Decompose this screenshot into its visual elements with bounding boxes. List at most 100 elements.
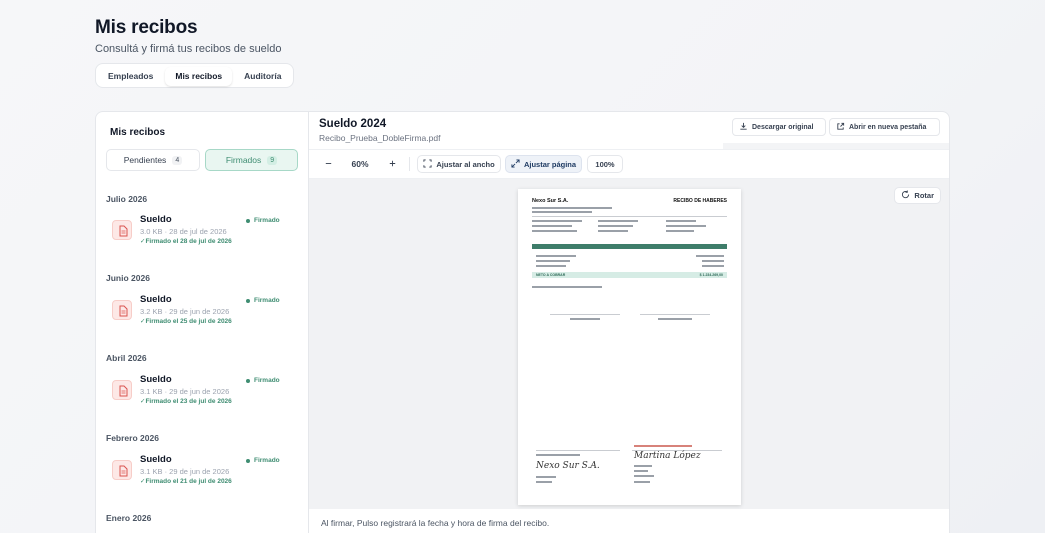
pdf-viewer[interactable]: Rotar Nexo Sur S.A. RECIBO DE HABERES NE… bbox=[309, 179, 949, 509]
rotate-icon bbox=[901, 190, 910, 201]
document-title: Sueldo 2024 bbox=[319, 118, 387, 130]
fit-page-label: Ajustar página bbox=[523, 159, 577, 169]
sheet-table-header bbox=[532, 244, 727, 249]
filter-signed[interactable]: Firmados 9 bbox=[205, 149, 298, 171]
sheet-employee-signature: Martina López bbox=[634, 451, 701, 461]
signed-count: 9 bbox=[267, 155, 278, 165]
sheet-text-line bbox=[634, 465, 652, 467]
pdf-page: Nexo Sur S.A. RECIBO DE HABERES NETO A C… bbox=[518, 189, 741, 505]
receipt-signed-date: ✓Firmado el 25 de jul de 2026 bbox=[140, 318, 232, 325]
zoom-level: 60% bbox=[351, 159, 369, 169]
sheet-text-line bbox=[598, 225, 633, 227]
receipt-item[interactable]: Sueldo 3.2 KB · 29 de jun de 2026 ✓Firma… bbox=[106, 287, 301, 349]
month-heading: Abril 2026 bbox=[106, 353, 147, 363]
tab-auditoria[interactable]: Auditoría bbox=[234, 67, 291, 86]
document-filename: Recibo_Prueba_DobleFirma.pdf bbox=[319, 133, 441, 143]
sheet-signature-rule bbox=[550, 314, 620, 315]
download-original-button[interactable]: Descargar original bbox=[732, 118, 826, 136]
receipt-meta: 3.1 KB · 29 de jun de 2026 bbox=[140, 467, 230, 476]
download-original-label: Descargar original bbox=[752, 123, 814, 131]
receipt-name: Sueldo bbox=[140, 294, 172, 305]
top-tabs: Empleados Mis recibos Auditoría bbox=[95, 63, 295, 88]
tab-empleados[interactable]: Empleados bbox=[98, 67, 163, 86]
status-badge-label: Firmado bbox=[254, 457, 280, 464]
page-title: Mis recibos bbox=[95, 17, 198, 38]
rotate-label: Rotar bbox=[914, 191, 934, 200]
zoom-out-button[interactable] bbox=[317, 155, 339, 173]
tab-mis-recibos[interactable]: Mis recibos bbox=[165, 67, 233, 86]
sheet-text-line bbox=[536, 265, 566, 267]
receipt-name: Sueldo bbox=[140, 214, 172, 225]
filter-pending[interactable]: Pendientes 4 bbox=[106, 149, 200, 171]
receipt-item[interactable]: Sueldo 3.1 KB · 29 de jun de 2026 ✓Firma… bbox=[106, 447, 301, 509]
fit-page-button[interactable]: Ajustar página bbox=[505, 155, 582, 173]
filter-pending-label: Pendientes bbox=[123, 155, 167, 165]
actual-size-label: 100% bbox=[595, 159, 615, 169]
document-icon bbox=[112, 220, 132, 240]
sheet-text-line bbox=[532, 220, 582, 222]
sheet-net-pay-value: $ 1.234.269,00 bbox=[699, 273, 723, 277]
page-header: Mis recibos Consultá y firmá tus recibos… bbox=[95, 17, 281, 55]
sheet-text-line bbox=[536, 481, 552, 483]
sheet-text-line bbox=[532, 211, 592, 213]
receipt-item[interactable]: Sueldo 3.0 KB · 28 de jul de 2026 ✓Firma… bbox=[106, 207, 301, 269]
receipt-signed-date: ✓Firmado el 21 de jul de 2026 bbox=[140, 478, 232, 485]
sheet-text-line bbox=[666, 220, 696, 222]
receipt-meta: 3.1 KB · 29 de jun de 2026 bbox=[140, 387, 230, 396]
sheet-text-line bbox=[570, 318, 600, 320]
status-dot-icon bbox=[246, 378, 250, 383]
sheet-text-line bbox=[666, 230, 694, 232]
sheet-net-pay-row: NETO A COBRAR $ 1.234.269,00 bbox=[532, 272, 727, 278]
month-heading: Junio 2026 bbox=[106, 273, 150, 283]
sheet-text-line bbox=[598, 220, 638, 222]
status-dot-icon bbox=[246, 298, 250, 303]
status-badge-label: Firmado bbox=[254, 217, 280, 224]
status-badge: Firmado bbox=[246, 457, 280, 464]
document-viewer-panel: Sueldo 2024 Recibo_Prueba_DobleFirma.pdf… bbox=[309, 112, 949, 533]
receipt-item[interactable]: Sueldo 3.1 KB · 29 de jun de 2026 ✓Firma… bbox=[106, 367, 301, 429]
month-heading: Julio 2026 bbox=[106, 194, 148, 204]
document-icon bbox=[112, 380, 132, 400]
sheet-text-line bbox=[532, 207, 612, 209]
sidebar-title: Mis recibos bbox=[110, 127, 166, 138]
status-badge: Firmado bbox=[246, 297, 280, 304]
receipts-sidebar: Mis recibos Pendientes 4 Firmados 9 Juli… bbox=[96, 112, 309, 533]
maximize-icon bbox=[511, 158, 520, 170]
sheet-text-line bbox=[532, 225, 572, 227]
sheet-text-line bbox=[532, 286, 602, 288]
rotate-button[interactable]: Rotar bbox=[894, 187, 941, 204]
status-dot-icon bbox=[246, 458, 250, 463]
sheet-text-line bbox=[536, 454, 580, 456]
open-new-tab-button[interactable]: Abrir en nueva pestaña bbox=[829, 118, 940, 136]
status-dot-icon bbox=[246, 218, 250, 223]
sheet-receipt-title: RECIBO DE HABERES bbox=[673, 198, 727, 204]
sheet-text-line bbox=[634, 475, 654, 477]
sheet-text-line bbox=[696, 255, 724, 257]
sheet-employer-signature: Nexo Sur S.A. bbox=[536, 461, 600, 471]
month-heading: Enero 2026 bbox=[106, 513, 152, 523]
sheet-text-line bbox=[666, 225, 706, 227]
status-badge-label: Firmado bbox=[254, 297, 280, 304]
page-subtitle: Consultá y firmá tus recibos de sueldo bbox=[95, 43, 282, 55]
sheet-text-line bbox=[536, 255, 576, 257]
status-badge: Firmado bbox=[246, 217, 280, 224]
receipt-signed-date: ✓Firmado el 28 de jul de 2026 bbox=[140, 238, 232, 245]
sheet-text-line bbox=[634, 481, 650, 483]
sheet-text-line bbox=[536, 260, 570, 262]
document-icon bbox=[112, 460, 132, 480]
receipt-signed-date: ✓Firmado el 23 de jul de 2026 bbox=[140, 398, 232, 405]
sheet-text-line bbox=[634, 470, 648, 472]
fit-width-button[interactable]: Ajustar al ancho bbox=[417, 155, 501, 173]
sheet-text-line bbox=[702, 265, 724, 267]
expand-icon bbox=[423, 158, 432, 170]
viewer-toolbar: 60% Ajustar al ancho Ajustar página 100% bbox=[309, 149, 949, 179]
actual-size-button[interactable]: 100% bbox=[587, 155, 623, 173]
sheet-text-line bbox=[536, 476, 556, 478]
zoom-in-button[interactable] bbox=[381, 155, 403, 173]
sheet-text-line bbox=[658, 318, 692, 320]
pending-count: 4 bbox=[172, 155, 183, 165]
sheet-text-line bbox=[532, 230, 577, 232]
filter-signed-label: Firmados bbox=[225, 155, 262, 165]
download-icon bbox=[739, 122, 748, 133]
status-badge: Firmado bbox=[246, 377, 280, 384]
